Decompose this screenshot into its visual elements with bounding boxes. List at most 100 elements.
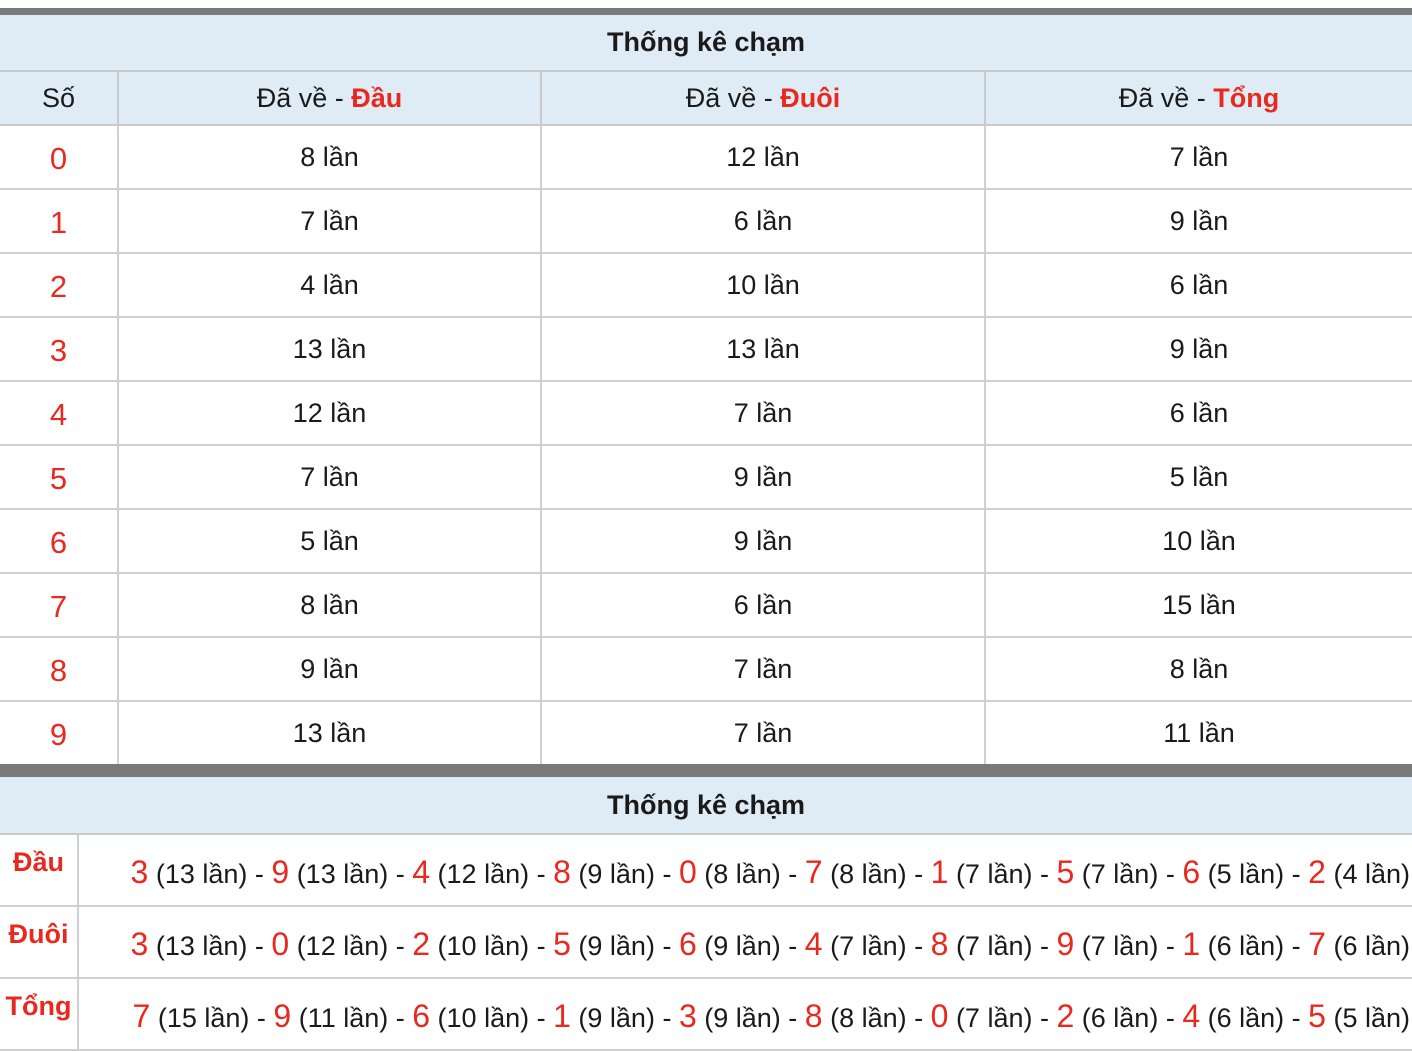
table-row: 78 lần 6 lần 15 lần	[0, 573, 1412, 638]
tong-count-cell: 9 lần	[985, 317, 1412, 382]
summary-digit: 5	[553, 925, 571, 962]
col-header-tong: Đã về - Tổng	[985, 71, 1412, 126]
summary-count: (13 lần)	[155, 930, 248, 961]
dau-count-cell: 9 lần	[118, 637, 542, 702]
summary-digit: 0	[678, 853, 697, 890]
summary-count: (13 lần)	[296, 858, 389, 889]
summary-count: (9 lần)	[704, 930, 781, 961]
dau-count-cell: 7 lần	[118, 189, 542, 254]
summary-count: (8 lần)	[830, 858, 907, 889]
summary-count: (8 lần)	[830, 1002, 907, 1033]
summary-digit: 1	[1182, 925, 1201, 962]
col-header-duoi-label: Đuôi	[780, 82, 841, 113]
number-cell: 7	[0, 573, 119, 638]
summary-count: (12 lần)	[296, 930, 389, 961]
tong-count-cell: 6 lần	[985, 381, 1412, 446]
duoi-count-cell: 9 lần	[541, 509, 986, 574]
summary-digit: 4	[804, 925, 823, 962]
number-cell: 8	[0, 637, 119, 702]
summary-count: (7 lần)	[1081, 858, 1159, 889]
tong-count-cell: 10 lần	[985, 509, 1412, 574]
table-row: 57 lần 9 lần 5 lần	[0, 445, 1412, 510]
tong-count-cell: 15 lần	[985, 573, 1412, 638]
table-row: 9 13 lần 7 lần 11 lần	[0, 701, 1412, 768]
duoi-count-cell: 9 lần	[541, 445, 986, 510]
summary-count: (12 lần)	[437, 858, 530, 889]
tong-count-cell: 7 lần	[985, 125, 1412, 190]
summary-count: (9 lần)	[578, 858, 655, 889]
duoi-count-cell: 6 lần	[541, 573, 986, 638]
touch-stats-table: Thống kê chạm Số Đã về - Đầu Đã về - Đuô…	[0, 8, 1412, 771]
duoi-count-cell: 7 lần	[541, 701, 986, 768]
number-cell: 6	[0, 509, 119, 574]
summary-row-label: Tổng	[0, 978, 79, 1051]
col-header-so: Số	[0, 71, 119, 126]
duoi-count-cell: 7 lần	[541, 381, 986, 446]
dau-count-cell: 8 lần	[118, 125, 542, 190]
number-cell: 9	[0, 701, 119, 768]
table-row: 4 12 lần 7 lần 6 lần	[0, 381, 1412, 446]
summary-digit: 8	[930, 925, 949, 962]
number-cell: 1	[0, 189, 119, 254]
summary-title: Thống kê chạm	[0, 773, 1412, 835]
summary-count: (6 lần)	[1333, 930, 1410, 961]
summary-count: (15 lần)	[157, 1002, 250, 1033]
summary-digit: 9	[1056, 925, 1075, 962]
summary-digit: 6	[1182, 853, 1201, 890]
tong-count-cell: 8 lần	[985, 637, 1412, 702]
summary-digit: 1	[930, 853, 949, 890]
duoi-count-cell: 12 lần	[541, 125, 986, 190]
summary-count: (7 lần)	[1081, 930, 1159, 961]
summary-count: (6 lần)	[1207, 1002, 1285, 1033]
summary-digit: 8	[804, 997, 823, 1034]
summary-count: (6 lần)	[1207, 930, 1285, 961]
summary-count: (7 lần)	[830, 930, 907, 961]
table-title: Thống kê chạm	[0, 11, 1412, 72]
summary-digit: 0	[930, 997, 949, 1034]
tong-count-cell: 11 lần	[1163, 717, 1235, 748]
summary-digit: 7	[1308, 925, 1326, 962]
summary-digit: 6	[412, 997, 431, 1034]
summary-digit: 4	[412, 853, 431, 890]
summary-count: (6 lần)	[1081, 1002, 1159, 1033]
dau-count-cell: 12 lần	[118, 381, 542, 446]
summary-count: (8 lần)	[704, 858, 781, 889]
summary-row: Tổng 7 (15 lần) - 9 (11 lần) - 6 (10 lần)…	[0, 978, 1412, 1051]
touch-summary-table: Thống kê chạm Đầu 3 (13 lần) - 9 (13 lần)…	[0, 770, 1412, 1051]
col-header-prefix: Đã về -	[685, 82, 781, 113]
summary-digit: 6	[678, 925, 697, 962]
summary-digit: 3	[130, 925, 149, 962]
summary-digit: 2	[1308, 853, 1326, 890]
summary-digit: 4	[1182, 997, 1201, 1034]
table-row: 89 lần 7 lần 8 lần	[0, 637, 1412, 702]
summary-values: 3 (13 lần) - 9 (13 lần) - 4 (12 lần) - 8…	[78, 834, 1412, 907]
duoi-count-cell: 13 lần	[541, 317, 986, 382]
summary-count: (7 lần)	[955, 1002, 1033, 1033]
tong-count-cell: 6 lần	[985, 253, 1412, 318]
summary-title-row: Thống kê chạm	[0, 773, 1412, 835]
duoi-count-cell: 6 lần	[541, 189, 986, 254]
summary-values: 7 (15 lần) - 9 (11 lần) - 6 (10 lần) - 1…	[78, 978, 1412, 1051]
dau-count-cell: 7 lần	[118, 445, 542, 510]
dau-count-cell: 13 lần	[118, 701, 542, 768]
summary-row-label: Đầu	[0, 834, 79, 907]
table-title-row: Thống kê chạm	[0, 11, 1412, 72]
summary-digit: 3	[678, 997, 697, 1034]
summary-count: (11 lần)	[298, 1002, 389, 1033]
dau-count-cell: 8 lần	[118, 573, 542, 638]
summary-digit: 7	[804, 853, 823, 890]
col-header-prefix: Đã về -	[1118, 82, 1214, 113]
summary-digit: 5	[1308, 997, 1326, 1034]
dau-count-cell: 4 lần	[118, 253, 542, 318]
summary-count: (4 lần)	[1333, 858, 1410, 889]
dau-count-cell: 5 lần	[118, 509, 542, 574]
summary-count: (13 lần)	[155, 858, 248, 889]
col-header-dau: Đã về - Đầu	[118, 71, 542, 126]
number-cell: 5	[0, 445, 119, 510]
summary-digit: 9	[273, 997, 292, 1034]
summary-digit: 9	[271, 853, 290, 890]
summary-digit: 5	[1056, 853, 1075, 890]
col-header-prefix: Đã về -	[256, 82, 352, 113]
summary-count: (9 lần)	[578, 1002, 655, 1033]
table-row: 24 lần 10 lần 6 lần	[0, 253, 1412, 318]
